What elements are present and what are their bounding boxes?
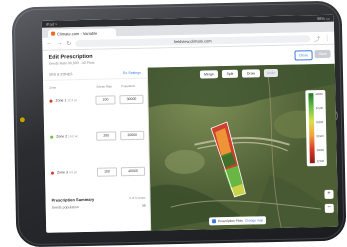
url-field[interactable]: fieldview.climate.com [75,34,311,47]
zone-color-dot [50,171,55,175]
zone-row[interactable]: Zone 3 9.6 ac 100 40000 [50,166,146,178]
status-right: 98% ▭ [316,15,330,22]
satellite-map[interactable]: Merge Split Draw Undo 40000 37500 35000 … [147,63,339,231]
summary-title: Prescription Summary [51,196,95,203]
draw-button[interactable]: Draw [241,69,261,78]
zone-amount-input[interactable]: 40000 [120,166,146,176]
legend-gradient [308,93,315,164]
save-button[interactable]: Save [314,49,331,59]
map-footer-label: Prescription Plots [218,218,243,224]
checkbox-icon[interactable] [212,219,217,224]
page-title: Edit Prescription [48,53,93,61]
zoom-in-button[interactable]: + [324,189,334,199]
close-button[interactable]: Close [294,50,313,61]
zone-amount-input[interactable]: 30000 [119,94,144,104]
zone-name: Zone 1 12.4 ac [55,98,78,103]
legend-label: 30000 [316,148,324,153]
legend-label: 32500 [316,134,324,139]
status-left: iPad ≈ [45,21,58,27]
zone-rate-input[interactable]: 100 [96,166,118,177]
column-headers: Zone Seeds Rate Population [43,79,147,92]
rate-legend: 40000 37500 35000 32500 30000 27500 [305,89,327,167]
summary-value: 35 [141,203,146,208]
change-map-link[interactable]: Change map [245,218,263,222]
summary-label: Seeds population [51,205,79,210]
column-amount: Population [121,83,136,89]
app-header: Edit Prescription Seeds Rate 90,000 · 40… [42,44,335,72]
zone-color-dot [49,99,53,103]
zone-row[interactable]: Zone 2 14.0 ac 200 30000 [50,130,145,142]
column-zone: Zone [49,85,57,90]
legend-label: 27500 [316,159,325,164]
zone-rate-input[interactable]: 200 [96,130,117,141]
undo-button[interactable]: Undo [263,68,279,78]
legend-label: 37500 [315,106,323,111]
page-subtitle: Seeds Rate 90,000 · 40 Plots [48,60,95,66]
map-footer: Prescription Plots Change map [208,216,267,226]
map-imagery [147,63,339,231]
zone-color-dot [50,135,54,139]
zones-panel: VRS & ZONES Rx Settings Zone Seeds Rate … [42,67,152,233]
tab-title: Climate.com - Variable [57,30,98,37]
field-boundary[interactable] [210,121,246,198]
legend-label: 40000 [315,92,323,97]
back-arrow-icon[interactable]: ← [46,41,52,47]
camera-icon [19,117,25,123]
home-button[interactable] [323,108,339,123]
browser-tab-bar: Climate.com - Variable [41,21,335,38]
zone-name: Zone 2 14.0 ac [56,134,79,139]
tablet-device: iPad ≈ 98% ▭ Climate.com - Variable ← → … [11,0,347,247]
legend-label: 35000 [315,120,324,125]
summary-meta: 2 of 3 zones [129,195,146,201]
zone-row[interactable]: Zone 1 12.4 ac 100 30000 [49,94,144,106]
browser-tab[interactable]: Climate.com - Variable [47,28,117,38]
zone-amount-input[interactable]: 30000 [120,130,145,140]
column-rate: Seeds Rate [96,84,113,89]
prescription-summary: Prescription Summary 2 of 3 zones Seeds … [52,196,146,210]
merge-button[interactable]: Merge [199,70,219,79]
tablet-screen: iPad ≈ 98% ▭ Climate.com - Variable ← → … [41,14,339,233]
settings-link[interactable]: Rx Settings [123,71,141,75]
panel-header-label: VRS & ZONES [48,72,73,77]
zone-rate-input[interactable]: 100 [95,94,116,105]
zone-name: Zone 3 9.6 ac [56,170,78,175]
favicon-icon [51,31,56,36]
address-bar: ← → ↻ fieldview.climate.com ⤴ ⋮ [42,31,335,51]
reload-icon[interactable]: ↻ [66,40,71,47]
share-icon[interactable]: ⤴ [314,34,320,43]
status-bar: iPad ≈ 98% ▭ [41,14,334,28]
menu-icon[interactable]: ⋮ [324,34,330,41]
split-button[interactable]: Split [221,69,239,79]
forward-arrow-icon[interactable]: → [56,40,62,46]
panel-header: VRS & ZONES Rx Settings [42,67,148,81]
zoom-out-button[interactable]: − [324,203,334,213]
